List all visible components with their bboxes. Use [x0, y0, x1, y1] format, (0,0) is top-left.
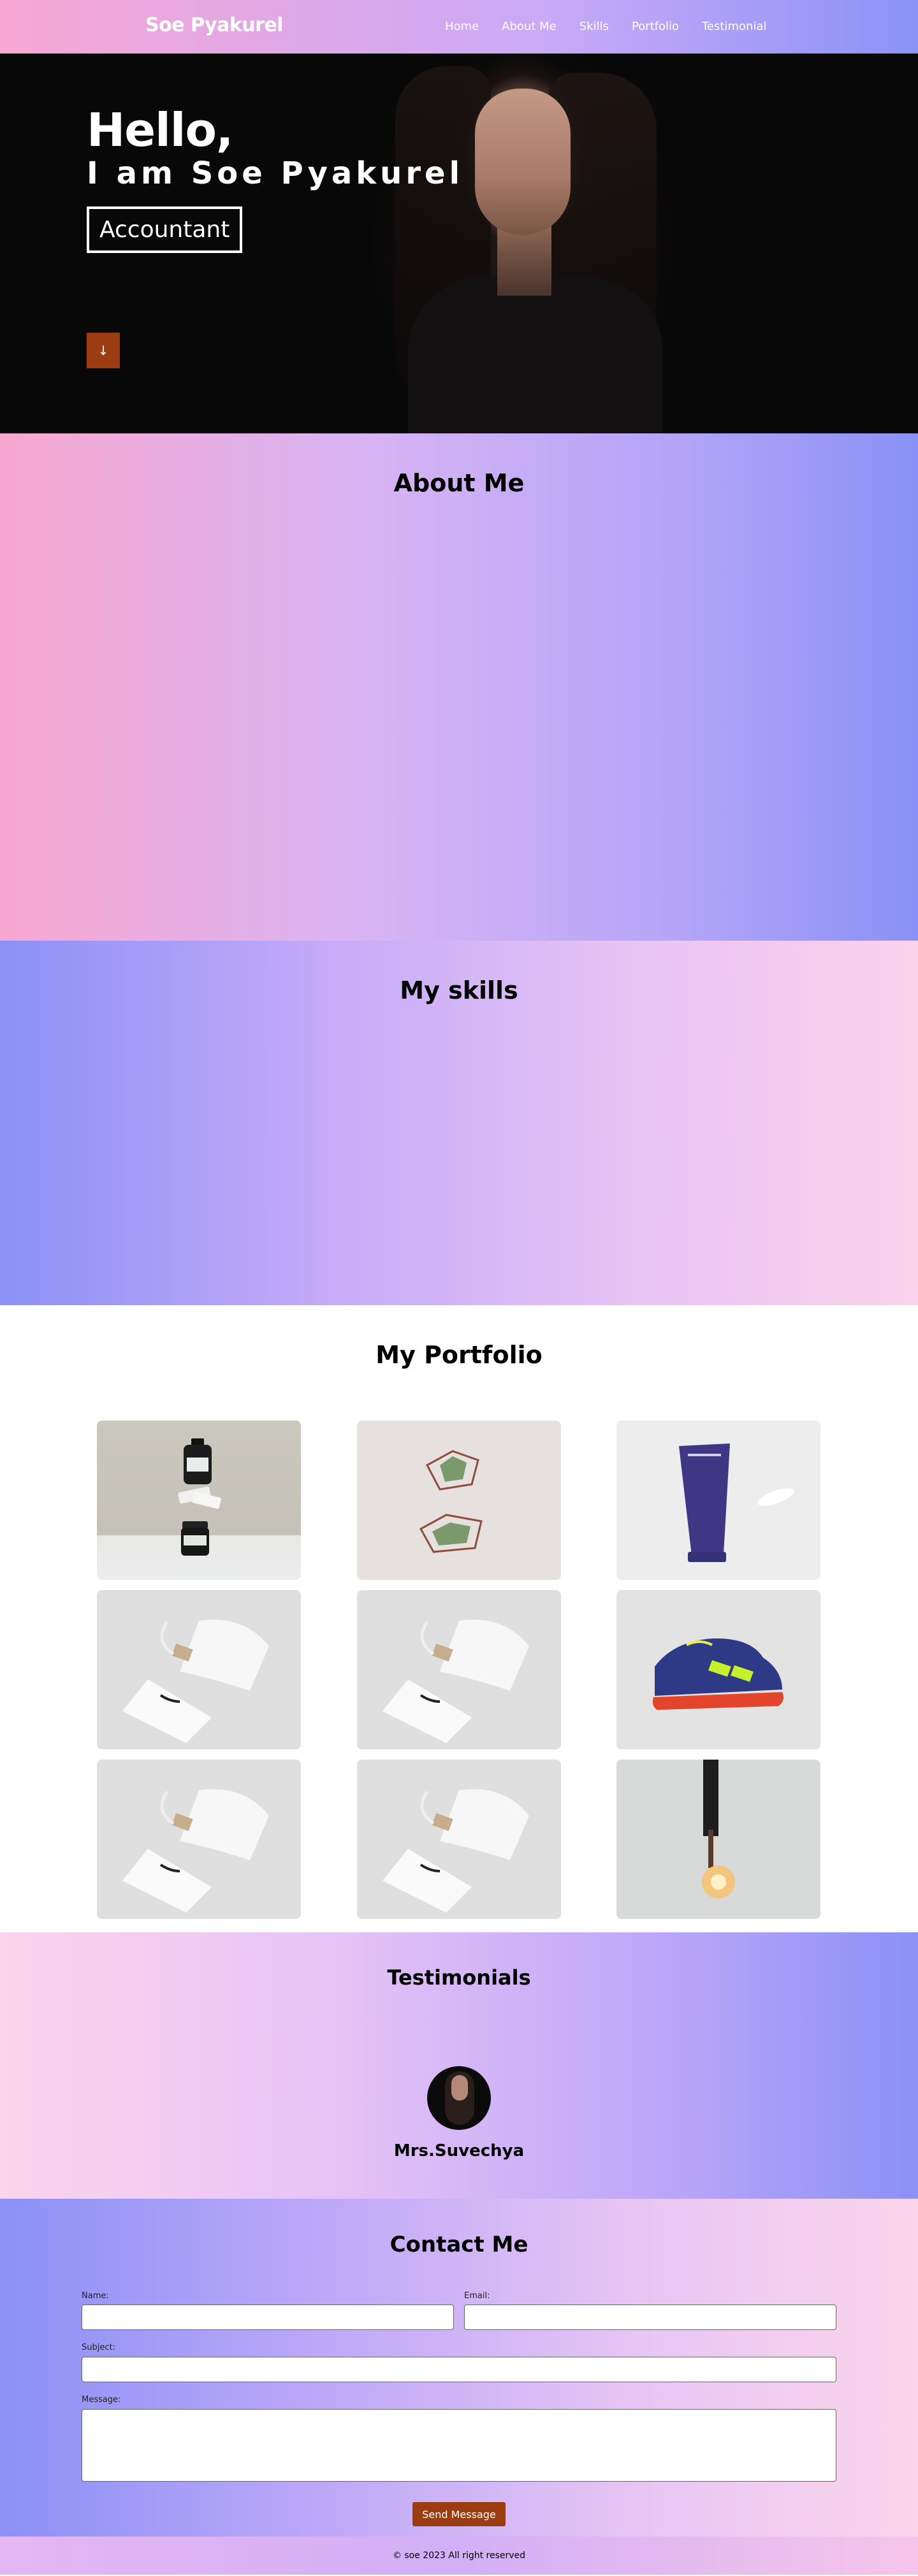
cream-tube-image: [679, 1444, 794, 1562]
portfolio-item-bags[interactable]: [97, 1590, 301, 1749]
hero-portrait-face: [475, 89, 571, 235]
portfolio-item-lamp[interactable]: [616, 1760, 820, 1919]
skills-title: My skills: [400, 976, 518, 1004]
hero-greeting: Hello,: [87, 103, 233, 157]
email-label: Email:: [464, 2291, 490, 2301]
bags-image: [382, 1619, 529, 1743]
message-textarea[interactable]: [82, 2409, 836, 2482]
bags-image: [122, 1789, 269, 1913]
subject-field[interactable]: [82, 2357, 836, 2382]
portfolio-item-bags[interactable]: [357, 1760, 561, 1919]
portfolio-item-cream-tube[interactable]: [616, 1421, 820, 1580]
portfolio-item-bags[interactable]: [357, 1590, 561, 1749]
bottles-image: [178, 1438, 221, 1556]
portfolio-item-sneaker[interactable]: [616, 1590, 820, 1749]
about-title: About Me: [393, 469, 525, 497]
testimonial-name: Mrs.Suvechya: [393, 2141, 525, 2160]
hero-role-box: Accountant: [87, 206, 243, 253]
subject-label: Subject:: [82, 2343, 115, 2352]
portfolio-title: My Portfolio: [375, 1341, 543, 1369]
nav-link-skills[interactable]: Skills: [579, 20, 609, 33]
scroll-down-button[interactable]: ↓: [87, 333, 120, 368]
nav-links: Home About Me Skills Portfolio Testimoni…: [445, 20, 789, 33]
portfolio-item-bottles[interactable]: [97, 1421, 301, 1580]
hero-portrait-neck: [497, 226, 551, 296]
send-message-button[interactable]: Send Message: [412, 2502, 506, 2526]
bags-image: [122, 1619, 269, 1743]
skills-section: My skills: [0, 941, 918, 1305]
nav-link-about[interactable]: About Me: [502, 20, 557, 33]
portfolio-section: My Portfolio: [0, 1305, 918, 1932]
name-label: Name:: [82, 2291, 109, 2301]
nav-link-portfolio[interactable]: Portfolio: [632, 20, 679, 33]
hero-text: Hello, I am Soe Pyakurel Accountant: [87, 107, 463, 253]
testimonials-section: Testimonials Mrs.Suvechya: [0, 1932, 918, 2199]
footer-copyright: © soe 2023 All right reserved: [392, 2551, 526, 2561]
hero-section: Hello, I am Soe Pyakurel Accountant ↓: [0, 54, 918, 433]
nav-link-home[interactable]: Home: [445, 20, 479, 33]
top-navbar: Soe Pyakurel Home About Me Skills Portfo…: [0, 0, 918, 54]
message-label: Message:: [82, 2395, 121, 2405]
about-section: About Me: [0, 433, 918, 941]
bags-image: [382, 1789, 529, 1913]
avatar: [427, 2066, 491, 2130]
name-field[interactable]: [82, 2305, 454, 2330]
contact-title: Contact Me: [390, 2232, 528, 2257]
arrow-down-icon: ↓: [98, 343, 109, 358]
lamp-image: [702, 1760, 735, 1899]
sneaker-image: [652, 1638, 783, 1710]
email-field[interactable]: [464, 2305, 836, 2330]
testimonials-title: Testimonials: [387, 1965, 531, 1990]
portfolio-item-terrariums[interactable]: [357, 1421, 561, 1580]
footer: © soe 2023 All right reserved: [0, 2536, 918, 2575]
hero-portrait-shirt: [408, 277, 663, 433]
contact-section: Contact Me Name: Email: Subject: Message…: [0, 2199, 918, 2536]
nav-link-testimonial[interactable]: Testimonial: [702, 20, 766, 33]
terrariums-image: [419, 1450, 483, 1553]
brand-logo[interactable]: Soe Pyakurel: [145, 14, 284, 36]
portfolio-item-bags[interactable]: [97, 1760, 301, 1919]
hero-intro: I am Soe Pyakurel: [87, 156, 464, 191]
